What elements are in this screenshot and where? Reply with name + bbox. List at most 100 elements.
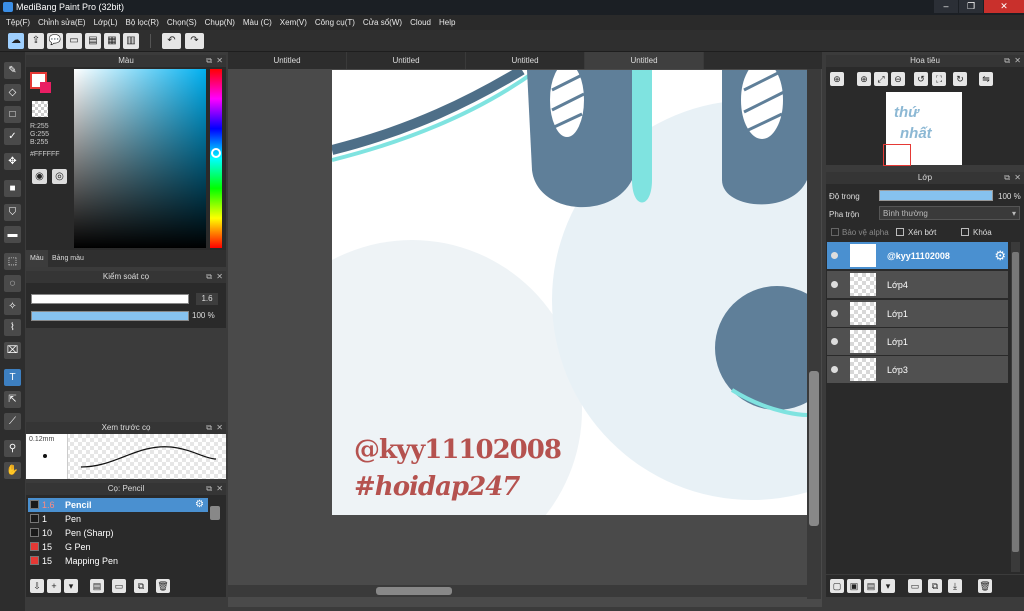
panel-close-icon[interactable]: ✕ — [216, 483, 223, 495]
new-halftone-layer-icon[interactable]: ▣ — [847, 579, 861, 593]
brush-menu-icon[interactable]: ▾ — [64, 579, 78, 593]
panel-close-icon[interactable]: ✕ — [1014, 55, 1021, 67]
menu-layer[interactable]: Lớp(L) — [92, 18, 124, 27]
menu-snap[interactable]: Chụp(N) — [203, 18, 241, 27]
visibility-icon[interactable] — [831, 281, 838, 288]
chat-icon[interactable]: ▭ — [66, 33, 82, 49]
palette-icon[interactable]: ◉ — [32, 169, 47, 184]
rotate-right-icon[interactable]: ↻ — [953, 72, 967, 86]
protect-alpha-checkbox[interactable] — [831, 228, 839, 236]
undock-icon[interactable]: ⧉ — [1004, 172, 1010, 184]
fullscreen-icon[interactable]: ⛶ — [932, 72, 946, 86]
menu-color[interactable]: Màu (C) — [241, 18, 278, 27]
layer-folder-icon[interactable]: ▭ — [908, 579, 922, 593]
clipping-checkbox[interactable] — [896, 228, 904, 236]
color-picker-icon[interactable]: ◎ — [52, 169, 67, 184]
zoom-out-icon[interactable]: ⊖ — [891, 72, 905, 86]
brush-document-icon[interactable]: ▤ — [90, 579, 104, 593]
brush-size-value[interactable]: 1.6 — [196, 293, 218, 305]
brush-item-pen[interactable]: 1 Pen — [28, 512, 208, 526]
new-8bit-layer-icon[interactable]: ▤ — [864, 579, 878, 593]
scroll-thumb[interactable] — [1012, 252, 1019, 552]
panel-close-icon[interactable]: ✕ — [216, 55, 223, 67]
rotate-left-icon[interactable]: ↺ — [914, 72, 928, 86]
layer-row[interactable]: Lớp3 — [827, 356, 1008, 384]
drawing-canvas[interactable]: @kyy11102008 #hoidap247 — [332, 70, 807, 515]
viewport-indicator[interactable] — [883, 144, 911, 166]
visibility-icon[interactable] — [831, 338, 838, 345]
menu-select[interactable]: Chọn(S) — [165, 18, 203, 27]
layer-row[interactable]: Lớp1 — [827, 328, 1008, 356]
brush-opacity-slider[interactable] — [31, 311, 189, 321]
layer-row[interactable]: Lớp4 — [827, 271, 1008, 299]
visibility-icon[interactable] — [831, 310, 838, 317]
fill-rect-tool-icon[interactable]: ■ — [4, 180, 21, 197]
lasso-tool-icon[interactable]: ◌ — [4, 275, 21, 292]
menu-filter[interactable]: Bộ lọc(R) — [124, 18, 165, 27]
document-icon[interactable]: ▤ — [85, 33, 101, 49]
brush-item-mapping-pen[interactable]: 15 Mapping Pen — [28, 554, 208, 568]
scroll-thumb[interactable] — [376, 587, 452, 595]
brush-list-scrollbar[interactable] — [210, 506, 220, 520]
new-layer-icon[interactable]: ▢ — [830, 579, 844, 593]
visibility-icon[interactable] — [831, 252, 838, 259]
panel-close-icon[interactable]: ✕ — [216, 271, 223, 283]
tab-untitled-4[interactable]: Untitled — [585, 52, 704, 69]
redo-icon[interactable]: ↷ — [185, 33, 204, 49]
menu-tools[interactable]: Công cụ(T) — [313, 18, 361, 27]
brush-size-slider[interactable] — [31, 294, 189, 304]
flip-icon[interactable]: ⇋ — [979, 72, 993, 86]
divide-tool-icon[interactable]: ⟋ — [4, 413, 21, 430]
share-icon[interactable]: ⇪ — [28, 33, 44, 49]
close-button[interactable]: ✕ — [984, 0, 1024, 13]
secondary-color-swatch[interactable] — [40, 82, 51, 93]
trash-icon[interactable]: 🗑 — [156, 579, 170, 593]
menu-view[interactable]: Xem(V) — [278, 18, 313, 27]
panel-close-icon[interactable]: ✕ — [1014, 172, 1021, 184]
rectangle-tool-icon[interactable]: □ — [4, 106, 21, 123]
undock-icon[interactable]: ⧉ — [1004, 55, 1010, 67]
tab-untitled-2[interactable]: Untitled — [347, 52, 466, 69]
menu-cloud[interactable]: Cloud — [408, 18, 437, 27]
fit-icon[interactable]: ⤢ — [874, 72, 888, 86]
trash-icon[interactable]: 🗑 — [978, 579, 992, 593]
undock-icon[interactable]: ⧉ — [206, 483, 212, 495]
hue-slider[interactable] — [210, 69, 222, 248]
lock-checkbox[interactable] — [961, 228, 969, 236]
brush-item-g-pen[interactable]: 15 G Pen — [28, 540, 208, 554]
cloud-download-icon[interactable]: ⇩ — [30, 579, 44, 593]
layer-menu-icon[interactable]: ▾ — [881, 579, 895, 593]
scroll-thumb[interactable] — [809, 371, 819, 526]
menu-file[interactable]: Tệp(F) — [4, 18, 36, 27]
brush-item-pen-sharp[interactable]: 10 Pen (Sharp) — [28, 526, 208, 540]
add-brush-icon[interactable]: + — [47, 579, 61, 593]
table-icon[interactable]: ▥ — [123, 33, 139, 49]
check-tool-icon[interactable]: ✓ — [4, 128, 21, 145]
duplicate-layer-icon[interactable]: ⧉ — [928, 579, 942, 593]
minimize-button[interactable]: – — [934, 0, 958, 13]
menu-window[interactable]: Cửa sổ(W) — [361, 18, 408, 27]
undock-icon[interactable]: ⧉ — [206, 55, 212, 67]
menu-help[interactable]: Help — [437, 18, 461, 27]
brush-item-pencil[interactable]: 1.6 Pencil ⚙ — [28, 498, 208, 512]
select-pen-tool-icon[interactable]: ⌇ — [4, 319, 21, 336]
tab-untitled-3[interactable]: Untitled — [466, 52, 585, 69]
layer-scrollbar[interactable] — [1011, 242, 1020, 572]
eyedropper-tool-icon[interactable]: ⚲ — [4, 440, 21, 457]
undock-icon[interactable]: ⧉ — [206, 271, 212, 283]
maximize-button[interactable]: ❐ — [959, 0, 983, 13]
cloud-icon[interactable]: ☁ — [8, 33, 24, 49]
undock-icon[interactable]: ⧉ — [206, 422, 212, 434]
transparent-swatch[interactable] — [32, 101, 48, 117]
select-rect-tool-icon[interactable]: ⬚ — [4, 253, 21, 270]
folder-icon[interactable]: ▭ — [112, 579, 126, 593]
layer-opacity-slider[interactable] — [879, 190, 993, 201]
move-tool-icon[interactable]: ✥ — [4, 153, 21, 170]
canvas-horizontal-scrollbar[interactable] — [228, 585, 808, 597]
zoom-in-icon[interactable]: ⊕ — [830, 72, 844, 86]
grid-icon[interactable]: ▦ — [104, 33, 120, 49]
magic-wand-tool-icon[interactable]: ✧ — [4, 298, 21, 315]
text-tool-icon[interactable]: T — [4, 369, 21, 386]
tab-untitled-1[interactable]: Untitled — [228, 52, 347, 69]
comment-icon[interactable]: 💬 — [47, 33, 63, 49]
